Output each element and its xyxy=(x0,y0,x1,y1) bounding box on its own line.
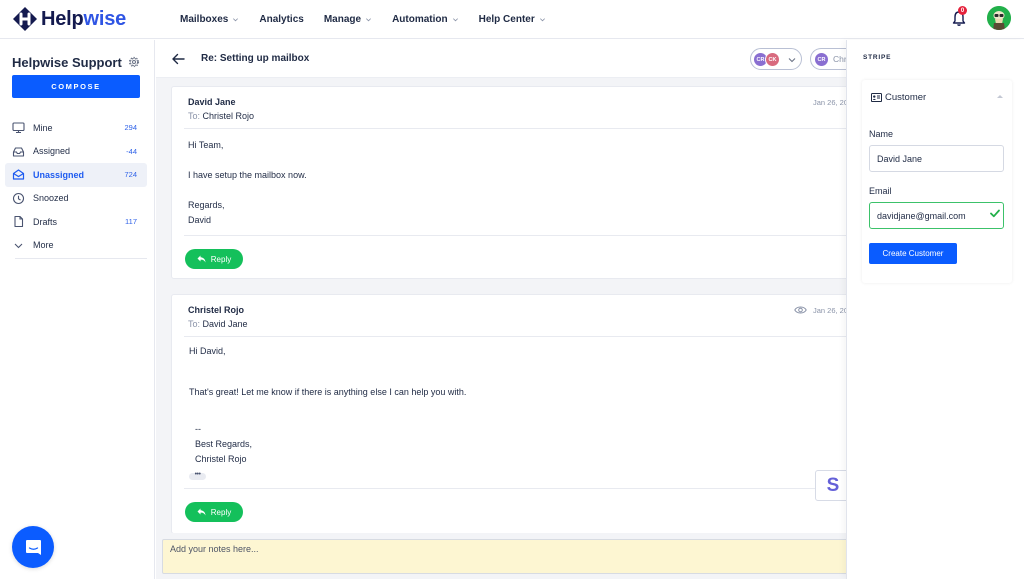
stripe-panel-title: STRIPE xyxy=(863,54,892,61)
valid-checkmark-icon xyxy=(990,209,1000,218)
user-avatar-icon xyxy=(987,6,1011,30)
assignees-dropdown[interactable]: CR CK xyxy=(750,48,802,70)
nav-mailboxes[interactable]: Mailboxes xyxy=(180,14,239,25)
chevron-down-icon xyxy=(14,243,23,249)
sidebar-item-count: 117 xyxy=(125,217,137,227)
sidebar-item-label: Unassigned xyxy=(33,169,85,180)
helpwise-logo[interactable]: Helpwise xyxy=(12,6,126,32)
seen-eye-icon xyxy=(794,306,807,314)
sidebar-item-count: 724 xyxy=(124,170,137,180)
sidebar-item-mine[interactable]: Mine 294 xyxy=(5,116,147,140)
customer-name-input[interactable] xyxy=(869,145,1004,172)
message-sender: Christel Rojo xyxy=(188,305,245,315)
customer-section-toggle[interactable]: Customer xyxy=(871,92,926,103)
sidebar-item-snoozed[interactable]: Snoozed xyxy=(5,187,147,211)
menu-divider xyxy=(15,258,147,259)
chat-bubble-icon xyxy=(25,539,41,555)
sidebar-item-label: Assigned xyxy=(33,146,71,157)
message-divider xyxy=(184,128,846,129)
conversation-subject: Re: Setting up mailbox xyxy=(201,53,310,64)
back-arrow-icon[interactable] xyxy=(171,52,185,66)
brand-name: Helpwise xyxy=(41,7,127,30)
nav-analytics[interactable]: Analytics xyxy=(259,14,303,25)
collapse-caret-icon[interactable] xyxy=(997,95,1003,98)
nav-automation[interactable]: Automation xyxy=(392,14,459,25)
create-customer-button[interactable]: Create Customer xyxy=(869,243,957,264)
nav-help-center[interactable]: Help Center xyxy=(479,14,546,25)
main-nav: Mailboxes Analytics Manage Automation He… xyxy=(180,0,546,39)
message-date: Jan 26, 2021 xyxy=(813,306,846,315)
sidebar-item-label: Drafts xyxy=(33,216,58,227)
nav-manage[interactable]: Manage xyxy=(324,14,372,25)
email-label: Email xyxy=(869,186,892,196)
chevron-down-icon xyxy=(788,58,796,63)
file-icon xyxy=(14,216,24,228)
clock-icon xyxy=(12,192,25,204)
reply-arrow-icon xyxy=(197,255,206,263)
message-signature: -- Best Regards, Christel Rojo xyxy=(195,424,253,464)
assignee-avatar: CK xyxy=(765,52,780,67)
message-divider xyxy=(184,235,846,236)
message-divider xyxy=(184,488,846,489)
mailbox-title: Helpwise Support xyxy=(12,55,122,70)
monitor-icon xyxy=(12,122,25,134)
open-envelope-icon xyxy=(12,169,25,180)
conversation-header: Re: Setting up mailbox CR CK CR Christel… xyxy=(156,40,870,78)
message-thread: David Jane To: Christel Rojo Jan 26, 202… xyxy=(156,78,846,533)
message-card: Christel Rojo To: David Jane Jan 26, 202… xyxy=(171,294,846,533)
message-sender: David Jane xyxy=(188,97,236,107)
helpwise-logo-icon xyxy=(13,7,37,31)
mailbox-sidebar: Helpwise Support COMPOSE Mine 294 Assign… xyxy=(0,40,155,579)
chevron-down-icon xyxy=(452,18,458,22)
conversation-pane: Re: Setting up mailbox CR CK CR Christel… xyxy=(156,40,870,579)
name-label: Name xyxy=(869,129,894,139)
reply-arrow-icon xyxy=(197,508,206,516)
sidebar-item-assigned[interactable]: Assigned -44 xyxy=(5,140,147,164)
sidebar-item-label: Mine xyxy=(33,122,53,133)
sidebar-item-more[interactable]: More xyxy=(5,234,147,258)
message-recipient: To: David Jane xyxy=(188,319,248,329)
notes-input[interactable] xyxy=(162,539,862,574)
inbox-icon xyxy=(12,147,25,157)
customer-card: Customer Name Email Create Customer xyxy=(862,80,1012,283)
gear-icon[interactable] xyxy=(128,56,140,68)
chevron-down-icon xyxy=(366,18,372,22)
mailbox-menu: Mine 294 Assigned -44 Unassigned 724 Sno… xyxy=(5,116,147,259)
sidebar-item-label: Snoozed xyxy=(33,193,69,204)
show-trimmed-content-button[interactable]: ••• xyxy=(189,471,206,480)
top-navigation-bar: Helpwise Mailboxes Analytics Manage Auto… xyxy=(0,0,1024,39)
message-recipient: To: Christel Rojo xyxy=(188,111,255,121)
reply-button[interactable]: Reply xyxy=(185,249,243,269)
chat-launcher-button[interactable] xyxy=(12,526,54,568)
message-card: David Jane To: Christel Rojo Jan 26, 202… xyxy=(171,86,846,279)
notification-count-badge: 0 xyxy=(958,6,967,15)
compose-button[interactable]: COMPOSE xyxy=(12,75,140,98)
stripe-integration-button[interactable]: S xyxy=(815,470,846,501)
stripe-panel: STRIPE Customer Name Email Create Custom… xyxy=(846,40,1024,579)
sidebar-item-drafts[interactable]: Drafts 117 xyxy=(5,210,147,234)
reply-button[interactable]: Reply xyxy=(185,502,243,522)
id-card-icon xyxy=(871,93,882,102)
sidebar-item-count: -44 xyxy=(126,146,137,156)
customer-email-input[interactable] xyxy=(869,202,1004,229)
message-divider xyxy=(184,336,846,337)
user-avatar[interactable] xyxy=(987,6,1011,30)
chevron-down-icon xyxy=(539,18,545,22)
message-body: Hi Team, I have setup the mailbox now. R… xyxy=(188,140,307,225)
message-date: Jan 26, 2021 xyxy=(813,98,846,107)
chevron-down-icon xyxy=(233,18,239,22)
sidebar-item-count: 294 xyxy=(124,123,137,133)
message-body: Hi David, That's great! Let me know if t… xyxy=(189,346,467,397)
sidebar-item-unassigned[interactable]: Unassigned 724 xyxy=(5,163,147,187)
owner-avatar: CR xyxy=(814,52,829,67)
sidebar-item-label: More xyxy=(33,240,54,251)
